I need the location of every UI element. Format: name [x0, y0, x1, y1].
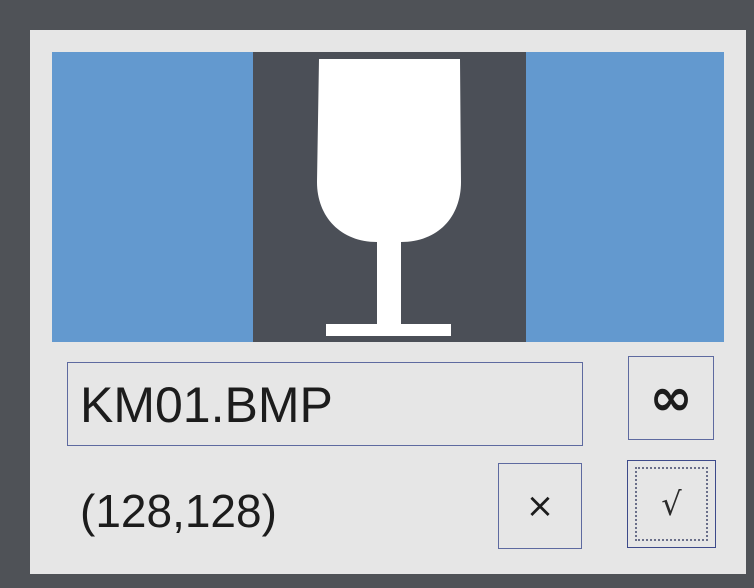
- focus-ring: √: [635, 467, 708, 541]
- infinity-button[interactable]: ∞: [628, 356, 714, 440]
- image-size-label: (128,128): [80, 485, 277, 537]
- checkmark-icon: √: [661, 485, 682, 523]
- close-icon: ×: [525, 486, 555, 526]
- image-picker-dialog: KM01.BMP (128,128) ∞ × √: [30, 30, 746, 574]
- infinity-icon: ∞: [649, 368, 693, 428]
- preview-image: [253, 52, 526, 342]
- ok-button[interactable]: √: [627, 460, 716, 548]
- cancel-button[interactable]: ×: [498, 463, 582, 549]
- wine-glass-icon: [317, 59, 461, 336]
- filename-field[interactable]: KM01.BMP: [67, 362, 583, 446]
- window-frame: KM01.BMP (128,128) ∞ × √: [0, 0, 754, 588]
- image-preview: [52, 52, 724, 342]
